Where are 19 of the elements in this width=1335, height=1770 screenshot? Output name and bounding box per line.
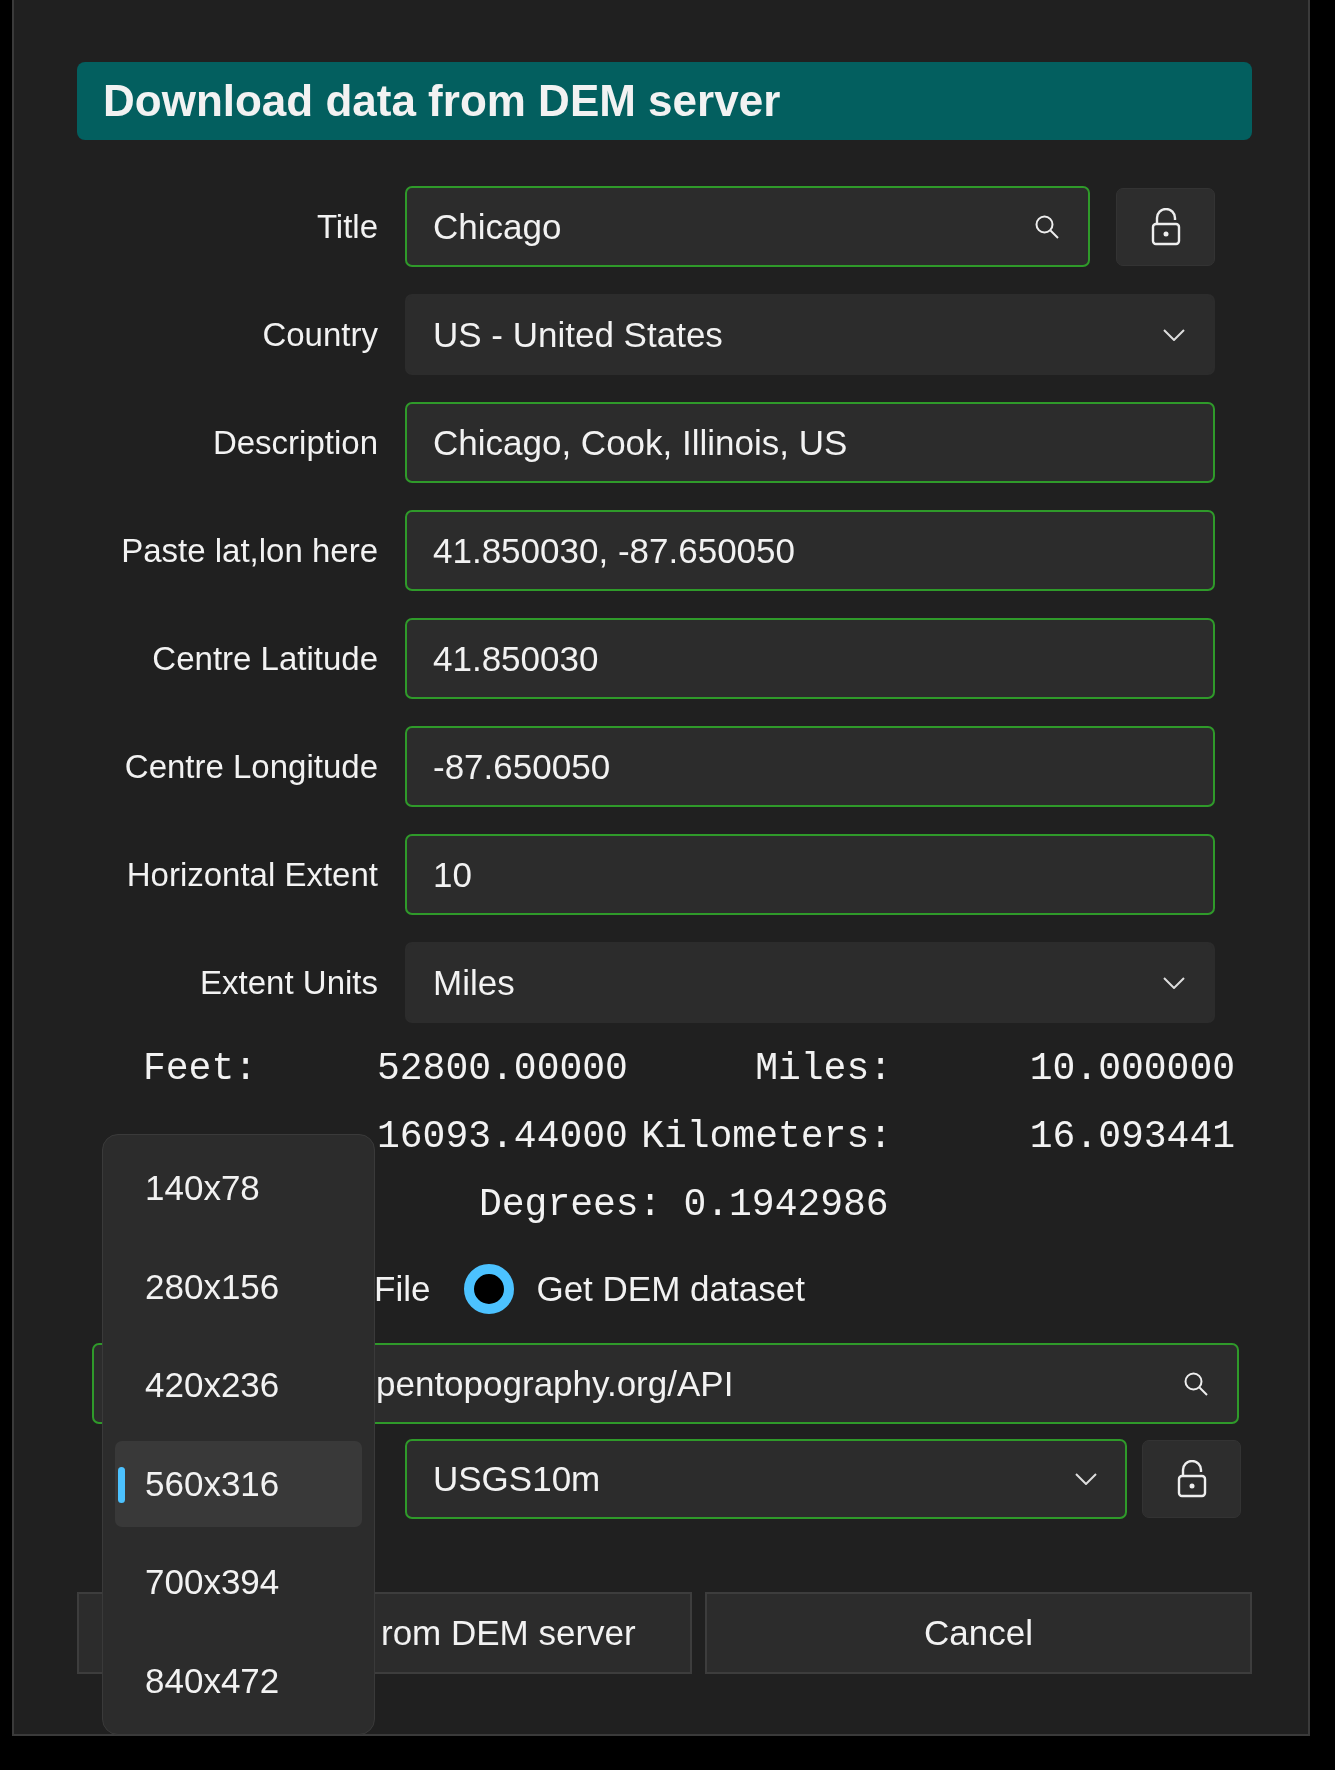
field-label: Description — [211, 423, 378, 462]
field-label: Extent Units — [199, 963, 378, 1002]
field-label: Country — [261, 315, 378, 354]
field-label: Centre Longitude — [123, 747, 378, 786]
unit-label: Feet: — [141, 1046, 257, 1092]
unit-value: 16.093441 — [1028, 1114, 1235, 1160]
field-label: Paste lat,lon here — [120, 531, 378, 570]
unit-label: Degrees: — [479, 1182, 662, 1228]
unit-label: Miles: — [754, 1046, 892, 1092]
field-label: Title — [315, 207, 378, 246]
unit-value: 16093.44000 — [377, 1114, 627, 1160]
field-label: Horizontal Extent — [125, 855, 378, 894]
radio-label: File — [374, 1269, 431, 1309]
field-label: Centre Latitude — [151, 639, 378, 678]
unit-value: 10.000000 — [1028, 1046, 1235, 1092]
unit-value: 52800.00000 — [377, 1046, 627, 1092]
dialog-title: Download data from DEM server — [77, 62, 1252, 140]
unit-label: Kilometers: — [640, 1114, 892, 1160]
unit-value: 0.1942986 — [683, 1182, 889, 1228]
